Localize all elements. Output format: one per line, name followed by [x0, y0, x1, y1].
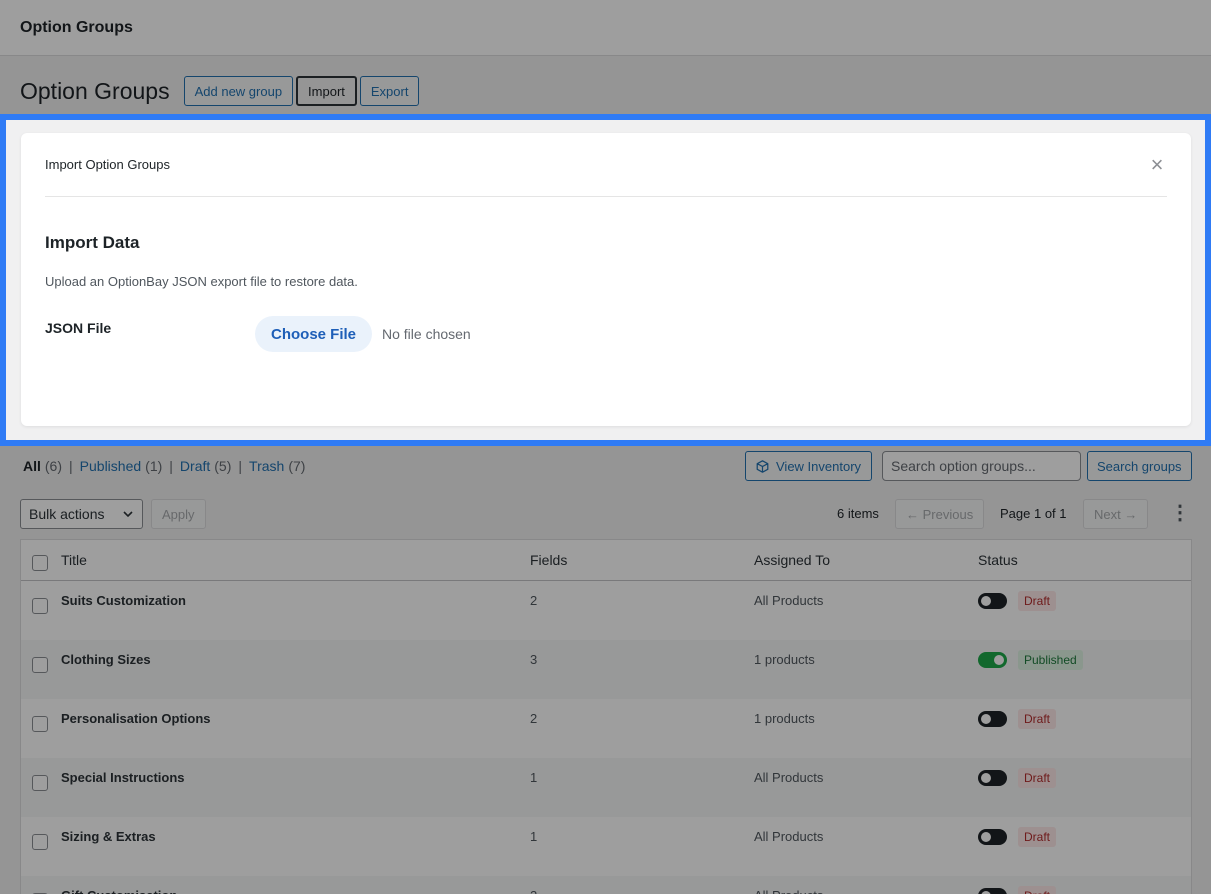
page-title: Option Groups: [20, 77, 170, 104]
page-heading: Option Groups Add new group Import Expor…: [20, 74, 422, 108]
bulk-actions-label: Bulk actions: [29, 506, 105, 522]
row-fields: 2: [530, 888, 537, 894]
search-input[interactable]: [882, 451, 1081, 481]
row-fields: 3: [530, 652, 538, 667]
row-checkbox[interactable]: [32, 775, 48, 791]
view-all[interactable]: All: [23, 458, 41, 474]
select-all-checkbox[interactable]: [32, 555, 48, 571]
next-page-button[interactable]: Next →: [1083, 499, 1149, 529]
view-separator: |: [238, 458, 243, 474]
status-badge: Draft: [1018, 591, 1057, 611]
view-inventory-label: View Inventory: [776, 458, 862, 474]
row-assigned-to: 1 products: [754, 711, 815, 726]
view-draft-count: (5): [214, 458, 232, 474]
status-toggle[interactable]: [978, 652, 1007, 668]
status-toggle[interactable]: [978, 593, 1007, 609]
table-row[interactable]: Sizing & Extras 1 All Products Draft: [21, 817, 1191, 876]
row-title[interactable]: Gift Customisation: [61, 888, 177, 894]
row-checkbox[interactable]: [32, 598, 48, 614]
view-trash[interactable]: Trash: [249, 458, 284, 474]
status-toggle[interactable]: [978, 829, 1007, 845]
import-button[interactable]: Import: [296, 76, 357, 106]
status-toggle[interactable]: [978, 770, 1007, 786]
row-fields: 2: [530, 711, 538, 726]
row-assigned-to: All Products: [754, 593, 824, 608]
status-badge: Draft: [1018, 768, 1057, 788]
import-modal: Import Option Groups × Import Data Uploa…: [21, 133, 1191, 426]
table-row[interactable]: Suits Customization 2 All Products Draft: [21, 581, 1191, 640]
table-row[interactable]: Gift Customisation 2 All Products Draft: [21, 876, 1191, 894]
apply-button[interactable]: Apply: [151, 499, 206, 529]
column-title[interactable]: Title: [61, 552, 87, 568]
row-title[interactable]: Suits Customization: [61, 593, 186, 608]
import-data-heading: Import Data: [45, 233, 140, 252]
row-fields: 1: [530, 770, 538, 785]
modal-title: Import Option Groups: [45, 157, 170, 172]
row-assigned-to: 1 products: [754, 652, 815, 667]
status-toggle[interactable]: [978, 888, 1007, 894]
row-fields: 2: [530, 593, 538, 608]
import-modal-highlight: Import Option Groups × Import Data Uploa…: [0, 114, 1211, 446]
status-badge: Published: [1018, 650, 1083, 670]
table-row[interactable]: Personalisation Options 2 1 products Draft: [21, 699, 1191, 758]
status-badge: Draft: [1018, 709, 1057, 729]
view-draft[interactable]: Draft: [180, 458, 210, 474]
view-published-count: (1): [145, 458, 163, 474]
table-row[interactable]: Special Instructions 1 All Products Draft: [21, 758, 1191, 817]
column-fields: Fields: [530, 552, 568, 568]
status-filter-views: All (6) | Published (1) | Draft (5) | Tr…: [23, 458, 305, 474]
row-title[interactable]: Special Instructions: [61, 770, 185, 785]
column-status: Status: [978, 552, 1018, 568]
top-bar: Option Groups: [0, 0, 1211, 56]
page-indicator: Page 1 of 1: [1000, 506, 1067, 521]
view-separator: |: [169, 458, 173, 474]
view-all-count: (6): [44, 458, 63, 474]
export-button[interactable]: Export: [359, 76, 420, 106]
list-area: All (6) | Published (1) | Draft (5) | Tr…: [0, 446, 1211, 894]
view-published[interactable]: Published: [80, 458, 142, 474]
file-status: No file chosen: [382, 326, 471, 342]
table-row[interactable]: Clothing Sizes 3 1 products Published: [21, 640, 1191, 699]
row-checkbox[interactable]: [32, 716, 48, 732]
view-separator: |: [69, 458, 73, 474]
modal-header: Import Option Groups ×: [45, 133, 1167, 197]
row-title[interactable]: Personalisation Options: [61, 711, 211, 726]
items-count: 6 items: [837, 506, 879, 521]
box-icon: [756, 459, 769, 473]
row-assigned-to: All Products: [754, 829, 824, 844]
import-description: Upload an OptionBay JSON export file to …: [45, 274, 358, 289]
option-groups-table: Title Fields Assigned To Status Suits Cu…: [20, 539, 1192, 894]
chevron-down-icon: [123, 511, 133, 518]
previous-page-button[interactable]: ← Previous: [895, 499, 985, 529]
close-icon[interactable]: ×: [1147, 153, 1167, 175]
view-trash-count: (7): [288, 458, 306, 474]
row-title[interactable]: Clothing Sizes: [61, 652, 151, 667]
choose-file-button[interactable]: Choose File: [255, 316, 373, 352]
row-fields: 1: [530, 829, 538, 844]
row-assigned-to: All Products: [754, 888, 823, 894]
row-checkbox[interactable]: [32, 657, 48, 673]
row-checkbox[interactable]: [32, 834, 48, 850]
column-assigned-to: Assigned To: [754, 552, 831, 568]
status-toggle[interactable]: [978, 711, 1007, 727]
status-badge: Draft: [1018, 827, 1057, 847]
table-header: Title Fields Assigned To Status: [21, 540, 1191, 581]
bulk-actions-select[interactable]: Bulk actions: [20, 499, 143, 529]
json-file-label: JSON File: [45, 320, 112, 336]
top-bar-title: Option Groups: [20, 18, 133, 36]
more-options-icon[interactable]: ⋮: [1170, 501, 1190, 525]
status-badge: Draft: [1018, 886, 1057, 894]
search-groups-button[interactable]: Search groups: [1087, 451, 1192, 481]
row-title[interactable]: Sizing & Extras: [61, 829, 156, 844]
add-new-group-button[interactable]: Add new group: [183, 76, 294, 106]
row-assigned-to: All Products: [754, 770, 824, 785]
view-inventory-button[interactable]: View Inventory: [745, 451, 873, 481]
